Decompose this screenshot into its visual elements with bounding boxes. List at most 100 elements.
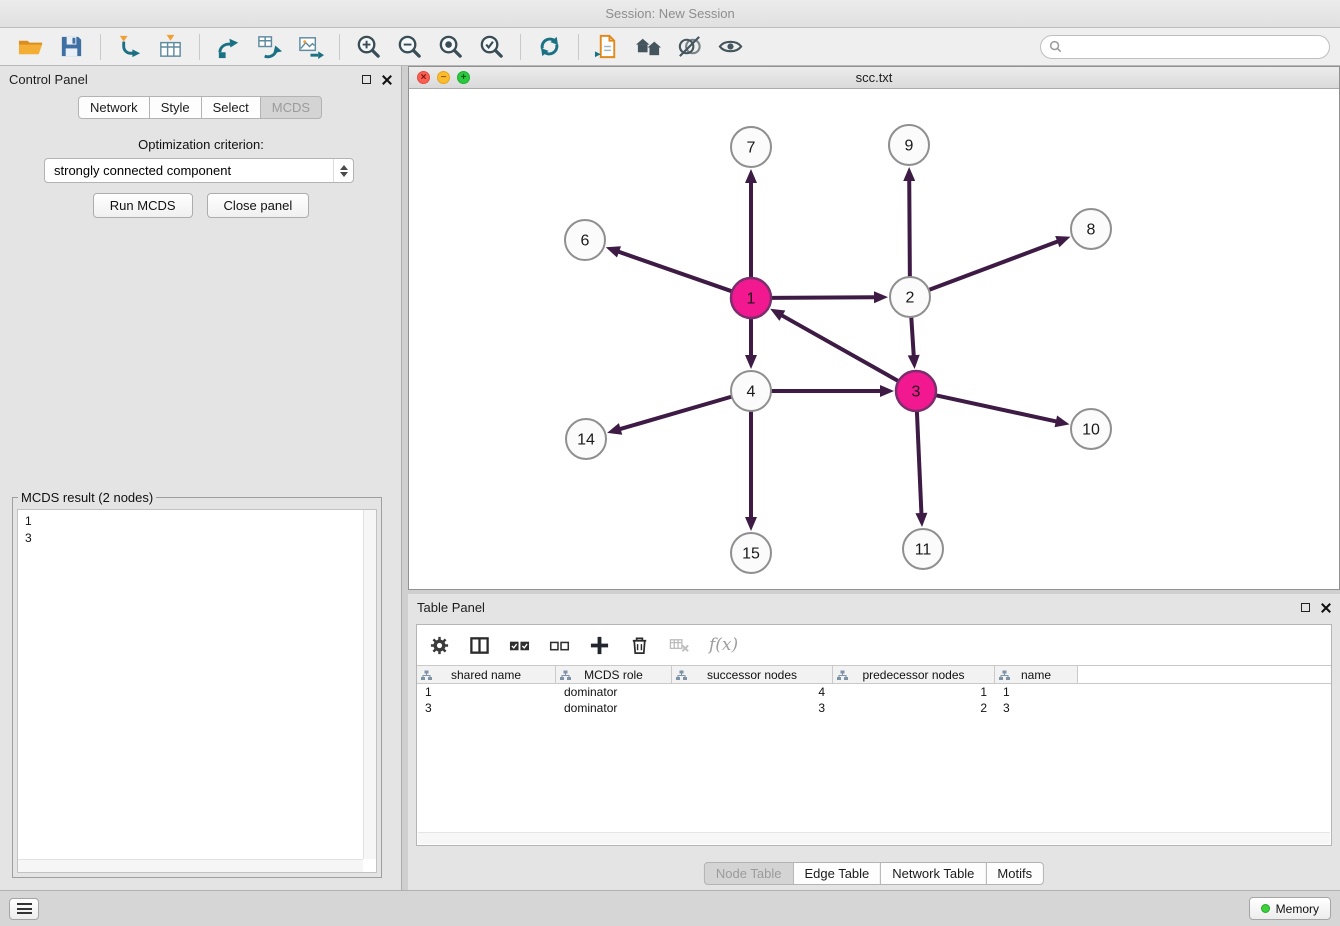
edge-3-10[interactable] — [937, 395, 1070, 427]
delete-table-icon — [669, 635, 690, 656]
window-title: Session: New Session — [605, 6, 734, 21]
edge-2-8[interactable] — [930, 236, 1071, 290]
svg-text:6: 6 — [581, 233, 590, 250]
table-row[interactable]: 1dominator411 — [417, 684, 1331, 700]
close-panel-button[interactable]: Close panel — [207, 193, 310, 218]
column-header-shared-name[interactable]: shared name — [417, 666, 556, 683]
table-cell: dominator — [556, 685, 672, 699]
table-row[interactable]: 3dominator323 — [417, 700, 1331, 716]
copy-document-icon[interactable] — [594, 33, 621, 60]
zoom-selected-icon[interactable] — [478, 33, 505, 60]
optimization-criterion-select[interactable]: strongly connected component — [44, 158, 354, 183]
search-input[interactable] — [1062, 39, 1321, 55]
optimization-criterion-label: Optimization criterion: — [0, 137, 402, 152]
refresh-view-icon[interactable] — [536, 33, 563, 60]
mcds-result-title: MCDS result (2 nodes) — [18, 490, 156, 505]
show-columns-icon[interactable] — [469, 635, 490, 656]
node-3[interactable]: 3 — [896, 371, 936, 411]
control-panel-tabs: NetworkStyleSelectMCDS — [78, 96, 322, 119]
result-horizontal-scrollbar[interactable] — [18, 859, 363, 872]
network-canvas[interactable]: 7 9 6 8 1 2 4 3 14 10 15 11 — [409, 89, 1339, 589]
svg-text:1: 1 — [747, 291, 756, 308]
edge-1-4[interactable] — [745, 319, 757, 369]
toolbar-separator — [100, 34, 101, 60]
node-8[interactable]: 8 — [1071, 209, 1111, 249]
edge-4-3[interactable] — [772, 385, 894, 397]
zoom-in-icon[interactable] — [355, 33, 382, 60]
column-header-name[interactable]: name — [995, 666, 1078, 683]
svg-text:10: 10 — [1082, 422, 1100, 439]
node-14[interactable]: 14 — [566, 419, 606, 459]
column-header-predecessor-nodes[interactable]: predecessor nodes — [833, 666, 995, 683]
sort-icon — [999, 670, 1010, 681]
node-7[interactable]: 7 — [731, 127, 771, 167]
select-all-columns-icon[interactable] — [509, 635, 530, 656]
edge-1-2[interactable] — [772, 291, 888, 303]
node-4[interactable]: 4 — [731, 371, 771, 411]
network-table-icon[interactable] — [256, 33, 283, 60]
column-header-successor-nodes[interactable]: successor nodes — [672, 666, 833, 683]
node-6[interactable]: 6 — [565, 220, 605, 260]
node-2[interactable]: 2 — [890, 277, 930, 317]
import-table-icon[interactable] — [157, 33, 184, 60]
result-vertical-scrollbar[interactable] — [363, 510, 376, 859]
delete-column-trash-icon[interactable] — [629, 635, 650, 656]
export-image-icon[interactable] — [297, 33, 324, 60]
table-cell: 2 — [833, 701, 995, 715]
edge-1-6[interactable] — [606, 246, 731, 291]
edge-4-14[interactable] — [607, 397, 731, 435]
control-panel-title: Control Panel — [9, 72, 88, 87]
svg-text:8: 8 — [1087, 222, 1096, 239]
open-session-icon[interactable] — [17, 33, 44, 60]
tab-edge-table[interactable]: Edge Table — [792, 862, 881, 885]
import-network-icon[interactable] — [116, 33, 143, 60]
tab-mcds[interactable]: MCDS — [260, 96, 322, 119]
table-horizontal-scrollbar[interactable] — [418, 832, 1330, 844]
mcds-result-area: 13 — [17, 509, 377, 873]
close-panel-icon[interactable] — [381, 74, 392, 85]
edge-3-11[interactable] — [915, 412, 927, 527]
task-history-button[interactable] — [9, 898, 39, 920]
tab-network[interactable]: Network — [78, 96, 150, 119]
new-network-icon[interactable] — [215, 33, 242, 60]
svg-text:3: 3 — [912, 384, 921, 401]
float-panel-icon[interactable] — [362, 75, 371, 84]
edge-2-3[interactable] — [908, 318, 920, 369]
edge-1-7[interactable] — [745, 169, 757, 277]
edge-3-1[interactable] — [770, 309, 898, 381]
run-mcds-button[interactable]: Run MCDS — [93, 193, 193, 218]
edge-2-9[interactable] — [903, 167, 915, 276]
close-table-panel-icon[interactable] — [1320, 602, 1331, 613]
tab-motifs[interactable]: Motifs — [985, 862, 1044, 885]
svg-text:2: 2 — [906, 290, 915, 307]
node-1[interactable]: 1 — [731, 278, 771, 318]
node-10[interactable]: 10 — [1071, 409, 1111, 449]
control-panel: Control Panel NetworkStyleSelectMCDS Opt… — [0, 66, 402, 890]
tab-select[interactable]: Select — [201, 96, 261, 119]
zoom-out-icon[interactable] — [396, 33, 423, 60]
tab-node-table[interactable]: Node Table — [704, 862, 794, 885]
style-venn-icon[interactable] — [676, 33, 703, 60]
edge-4-15[interactable] — [745, 412, 757, 531]
node-9[interactable]: 9 — [889, 125, 929, 165]
window-maximize-icon[interactable] — [457, 71, 470, 84]
node-15[interactable]: 15 — [731, 533, 771, 573]
svg-text:7: 7 — [747, 140, 756, 157]
show-graphics-icon[interactable] — [717, 33, 744, 60]
add-column-icon[interactable] — [589, 635, 610, 656]
node-11[interactable]: 11 — [903, 529, 943, 569]
window-close-icon[interactable] — [417, 71, 430, 84]
window-titlebar: Session: New Session — [0, 0, 1340, 28]
float-table-panel-icon[interactable] — [1301, 603, 1310, 612]
column-header-MCDS-role[interactable]: MCDS role — [556, 666, 672, 683]
tab-style[interactable]: Style — [149, 96, 202, 119]
save-session-icon[interactable] — [58, 33, 85, 60]
application-window: Session: New Session Control Panel — [0, 0, 1340, 926]
zoom-fit-icon[interactable] — [437, 33, 464, 60]
deselect-all-columns-icon[interactable] — [549, 635, 570, 656]
home-layout-icon[interactable] — [635, 33, 662, 60]
table-settings-gear-icon[interactable] — [429, 635, 450, 656]
tab-network-table[interactable]: Network Table — [880, 862, 986, 885]
window-minimize-icon[interactable] — [437, 71, 450, 84]
memory-button[interactable]: Memory — [1249, 897, 1331, 920]
